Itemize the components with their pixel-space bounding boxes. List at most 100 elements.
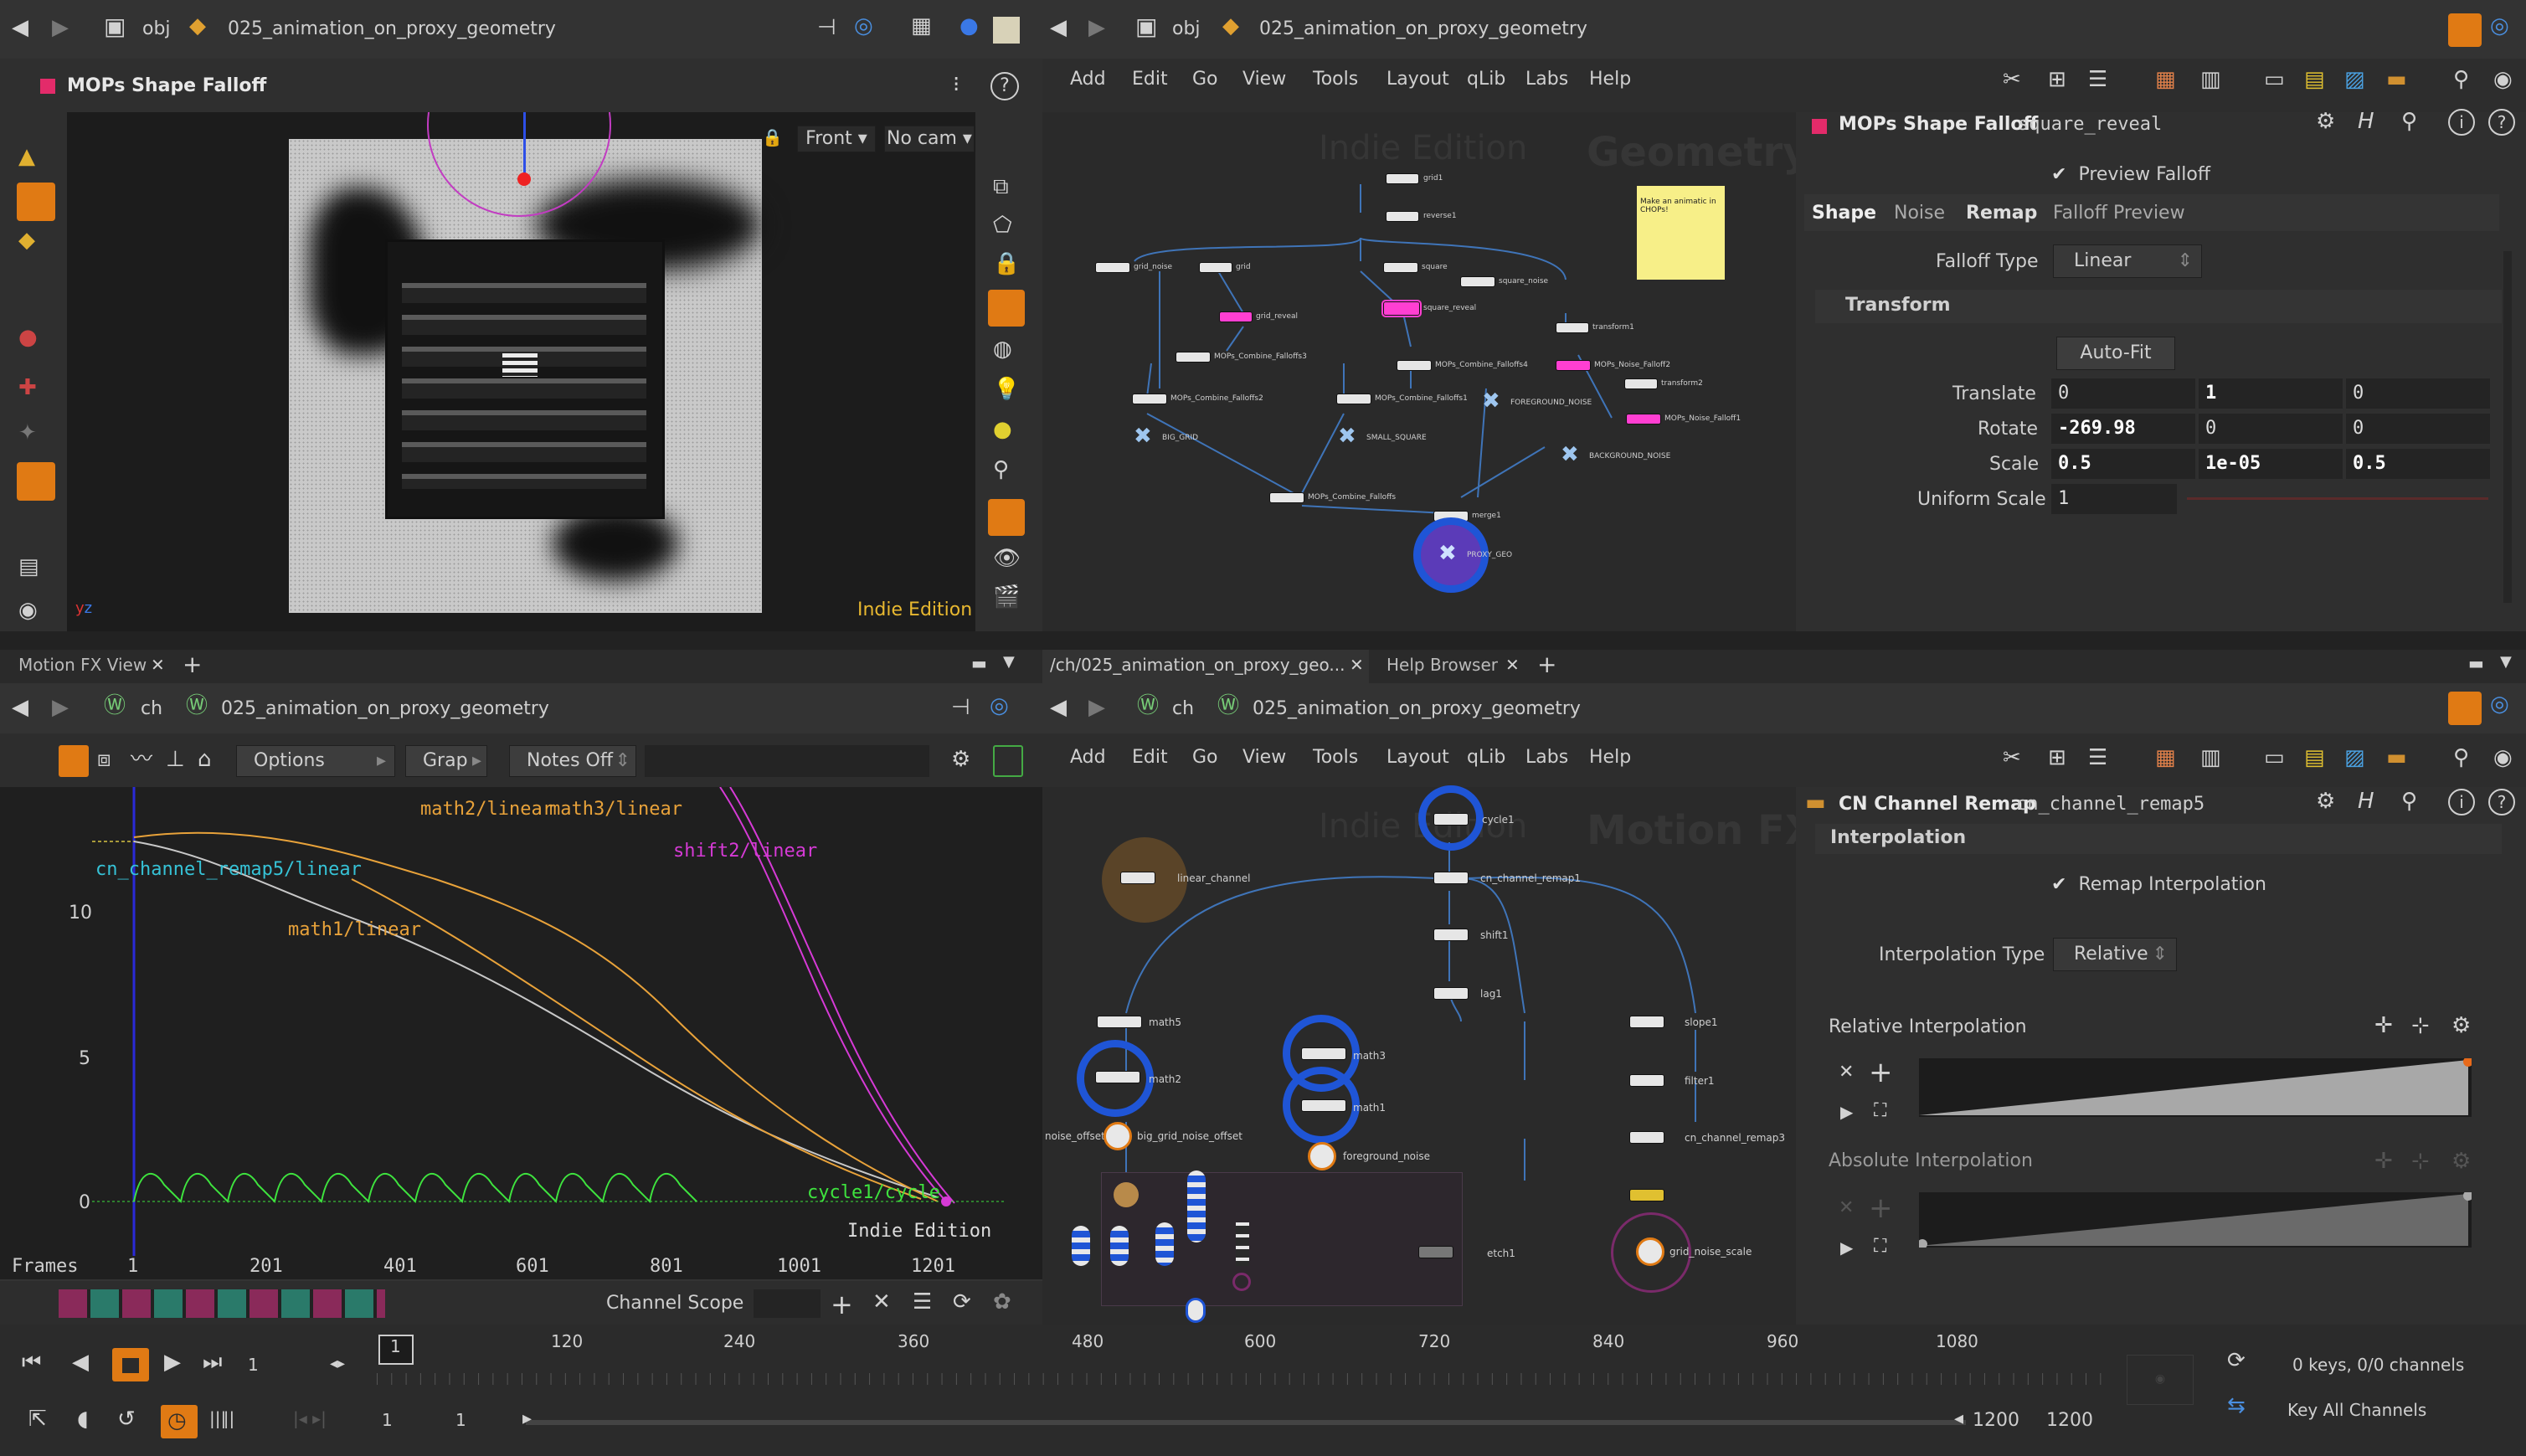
small-square-null-icon[interactable]: ✖	[1338, 425, 1356, 447]
render-tool-icon[interactable]: ▤	[18, 556, 39, 578]
back-arrow-icon[interactable]: ◀	[12, 17, 28, 39]
audio-icon[interactable]: ◖	[77, 1408, 89, 1430]
node-combine2[interactable]	[1132, 394, 1167, 404]
remap-interp-checkbox[interactable]: ✔ Remap Interpolation	[2051, 874, 2266, 895]
range-icon[interactable]: ||‖|	[209, 1410, 234, 1427]
back-arrow-icon[interactable]: ◀	[12, 697, 28, 718]
note-icon[interactable]: ▤	[2304, 747, 2325, 769]
forward-arrow-icon[interactable]: ▶	[52, 697, 69, 718]
gear-icon[interactable]: ⚙	[2451, 1015, 2471, 1037]
preview-falloff-checkbox[interactable]: ✔ Preview Falloff	[2051, 164, 2210, 185]
forward-arrow-icon[interactable]: ▶	[1088, 17, 1105, 39]
menu-view[interactable]: View	[1242, 747, 1286, 768]
note-icon[interactable]: ▤	[2304, 69, 2325, 90]
play-reverse-icon[interactable]: ◀	[72, 1351, 89, 1373]
options-menu[interactable]: Options ▸	[236, 745, 395, 777]
graph-mode-active[interactable]	[59, 745, 89, 777]
network-top-path[interactable]: 025_animation_on_proxy_geometry	[1259, 18, 1587, 39]
channel-filter-field[interactable]	[645, 745, 929, 777]
node-combine3[interactable]	[1176, 352, 1211, 363]
pane-divider[interactable]	[0, 631, 2526, 650]
menu-labs[interactable]: Labs	[1525, 69, 1568, 90]
select-tool-icon[interactable]: ⇱	[28, 1408, 47, 1430]
range-end-handle[interactable]: ◂	[1954, 1410, 1963, 1428]
translate-z[interactable]: 0	[2346, 378, 2490, 409]
subnet-node[interactable]	[1187, 1170, 1206, 1242]
node-combine1[interactable]	[1336, 394, 1371, 404]
window-icon[interactable]: ▭	[2264, 747, 2285, 769]
ramp-move-icon[interactable]: ✛	[2374, 1015, 2393, 1037]
camera-tool-icon[interactable]: ◉	[18, 599, 38, 621]
box-icon[interactable]: ▬	[2386, 69, 2407, 90]
pose-tool-icon[interactable]: ●	[18, 327, 38, 348]
menu-add[interactable]: Add	[1070, 747, 1106, 768]
tools-icon[interactable]: ✂	[2003, 69, 2021, 90]
node-math1[interactable]	[1301, 1099, 1346, 1112]
node-cn-channel-remap1[interactable]	[1433, 872, 1469, 884]
wave-mode-icon[interactable]	[993, 745, 1023, 777]
pane-layout-icon[interactable]: ▬	[971, 655, 987, 671]
node-transform1[interactable]	[1556, 322, 1589, 333]
image-icon[interactable]: ▨	[2344, 747, 2365, 769]
node-slope1[interactable]	[1629, 1016, 1664, 1028]
node-remap-yellow[interactable]	[1629, 1189, 1664, 1201]
scale-y[interactable]: 1e-05	[2199, 449, 2343, 479]
info-icon[interactable]: i	[2448, 109, 2475, 136]
params-bottom-node-name[interactable]: cn_channel_remap5	[2016, 794, 2204, 815]
curve-label-remap5[interactable]: cn_channel_remap5/linear	[95, 859, 362, 880]
remove-point-icon[interactable]: ✕	[1839, 1063, 1854, 1082]
color-swatch[interactable]	[993, 17, 1020, 44]
channel-filter-buttons[interactable]	[59, 1289, 385, 1318]
vis-icon[interactable]: 👁	[993, 548, 1021, 569]
houdini-help-icon[interactable]: H	[2358, 790, 2374, 812]
node-grid1[interactable]	[1386, 173, 1419, 184]
menu-edit[interactable]: Edit	[1132, 747, 1168, 768]
forward-arrow-icon[interactable]: ▶	[1088, 697, 1105, 718]
network-bottom-ch[interactable]: ch	[1172, 698, 1194, 719]
play-icon[interactable]: ▶	[164, 1351, 181, 1373]
node-square-noise[interactable]	[1460, 276, 1495, 287]
lock-view-icon[interactable]: 🔒	[762, 129, 783, 146]
light-icon[interactable]: 💡	[993, 378, 1020, 400]
equal-icon[interactable]: ☰	[913, 1291, 932, 1313]
node-math2[interactable]	[1095, 1071, 1140, 1083]
params-scrollbar[interactable]	[2503, 251, 2512, 603]
back-arrow-icon[interactable]: ◀	[1050, 17, 1067, 39]
help-browser-tab[interactable]: Help Browser	[1386, 655, 1498, 675]
scene-obj-tab[interactable]: obj	[142, 18, 171, 39]
node-math3[interactable]	[1301, 1047, 1346, 1060]
link-icon[interactable]: ◎	[990, 695, 1009, 717]
pane-menu-active[interactable]	[2448, 692, 2482, 725]
motionfx-ch[interactable]: ch	[141, 698, 162, 719]
node-shift1[interactable]	[1433, 929, 1469, 941]
rotate-x[interactable]: -269.98	[2051, 414, 2195, 444]
pin-icon[interactable]: ⊣	[951, 697, 970, 718]
close-tab-icon[interactable]: ✕	[1505, 656, 1520, 673]
rotate-y[interactable]: 0	[2199, 414, 2343, 444]
node-foreground-noise[interactable]	[1308, 1142, 1336, 1170]
proxy-geo-null-icon[interactable]: ✖	[1438, 543, 1457, 564]
menu-help[interactable]: Help	[1589, 69, 1631, 90]
close-tab-icon[interactable]: ✕	[151, 656, 165, 673]
uniform-scale-slider[interactable]	[2187, 497, 2488, 500]
motionfx-path[interactable]: 025_animation_on_proxy_geometry	[221, 698, 549, 719]
expand-ramp-icon[interactable]: ▶	[1840, 1104, 1853, 1120]
network-bottom-path[interactable]: 025_animation_on_proxy_geometry	[1253, 698, 1581, 719]
help-icon[interactable]: ?	[2488, 109, 2515, 136]
jump-end-icon[interactable]: ⏭	[203, 1351, 222, 1373]
box-icon[interactable]: ▬	[2386, 747, 2407, 769]
add-tab-icon[interactable]: +	[1537, 653, 1556, 677]
menu-qlib[interactable]: qLib	[1467, 747, 1505, 768]
scale-x[interactable]: 0.5	[2051, 449, 2195, 479]
menu-qlib[interactable]: qLib	[1467, 69, 1505, 90]
search-icon[interactable]: ⚲	[2401, 111, 2417, 132]
move-tool-active[interactable]	[17, 183, 55, 221]
tab-noise[interactable]: Noise	[1894, 203, 1945, 224]
list-icon[interactable]: ☰	[2088, 747, 2107, 769]
subnet-node[interactable]	[1155, 1222, 1174, 1266]
subnet-node[interactable]	[1110, 1226, 1129, 1266]
grid-icon[interactable]: ▦	[2155, 69, 2176, 90]
star-icon[interactable]: ✿	[993, 1291, 1011, 1313]
refresh-icon[interactable]: ⟳	[953, 1291, 971, 1313]
tools-icon[interactable]: ✂	[2003, 747, 2021, 769]
